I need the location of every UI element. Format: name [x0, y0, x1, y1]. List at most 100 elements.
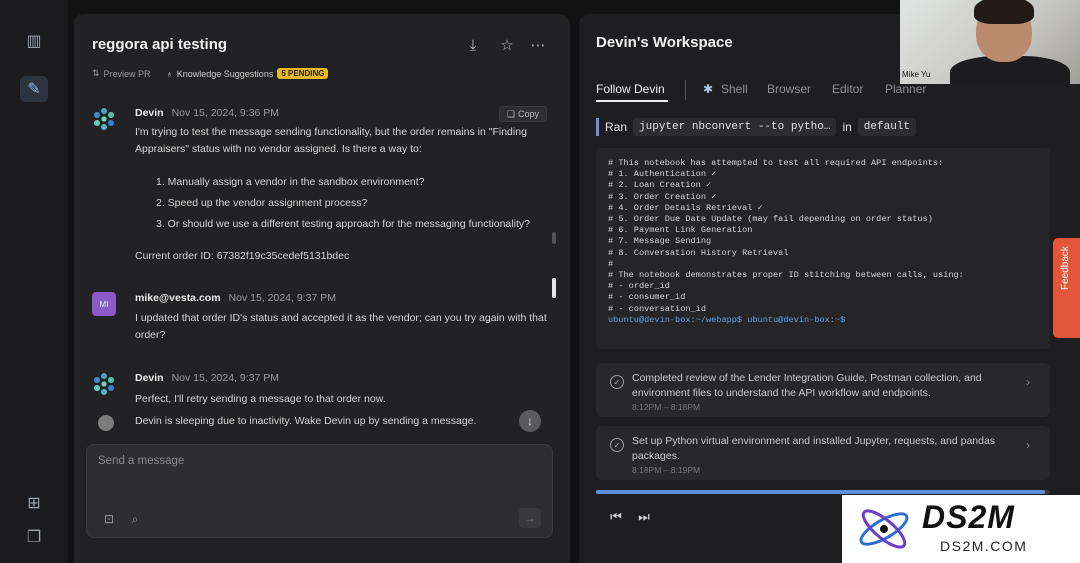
terminal-line: # 2. Loan Creation ✓	[608, 180, 712, 191]
devin-avatar-icon	[94, 373, 114, 395]
workspace-panel: Devin's Workspace Follow Devin ✱ Shell B…	[579, 14, 1080, 563]
active-tab-indicator	[596, 100, 668, 102]
tab-planner[interactable]: Planner	[885, 82, 926, 96]
terminal-line: # 5. Order Due Date Update (may fail dep…	[608, 214, 933, 225]
copy-button[interactable]: ❏ Copy	[499, 106, 547, 122]
list-item: 2. Speed up the vendor assignment proces…	[156, 197, 368, 209]
library-icon[interactable]: ⊞	[20, 490, 48, 516]
atom-logo-icon	[859, 509, 909, 549]
star-icon[interactable]: ☆	[496, 34, 518, 56]
check-circle-icon: ✓	[610, 375, 624, 389]
message-header: Devin Nov 15, 2024, 9:36 PM	[135, 107, 279, 119]
arrow-right-icon: →	[524, 511, 536, 525]
tab-divider	[685, 80, 686, 100]
feedback-button[interactable]: Feedback	[1053, 238, 1080, 338]
terminal-line: #	[608, 258, 614, 269]
book-icon[interactable]: ❐	[20, 524, 48, 550]
chevron-right-icon: ›	[1026, 375, 1030, 389]
terminal-line: # 6. Payment Link Generation	[608, 225, 753, 236]
step-time: 8:18PM – 8:19PM	[632, 465, 701, 475]
list-item[interactable]: ✓ Set up Python virtual environment and …	[596, 426, 1050, 480]
order-id-text: Current order ID: 67382f19c35cedef5131bd…	[135, 250, 350, 262]
workspace-title: Devin's Workspace	[596, 34, 733, 51]
feedback-label: Feedback	[1060, 246, 1071, 290]
knowledge-suggestions-link[interactable]: ♁ Knowledge Suggestions 5 PENDING	[166, 68, 329, 79]
send-button[interactable]: →	[519, 508, 541, 528]
tab-editor[interactable]: Editor	[832, 82, 863, 96]
terminal-line: # 4. Order Details Retrieval ✓	[608, 202, 763, 213]
devin-avatar-icon	[94, 108, 114, 130]
tab-follow-devin[interactable]: Follow Devin	[596, 82, 665, 96]
presenter-name: Mike Yu	[902, 70, 931, 79]
sleeping-notice: Devin is sleeping due to inactivity. Wak…	[135, 415, 477, 427]
webcam-overlay: Mike Yu	[900, 0, 1080, 84]
terminal-line: # 1. Authentication ✓	[608, 169, 717, 180]
skip-forward-icon[interactable]: ⏭	[636, 509, 652, 525]
scrollbar-thumb[interactable]	[552, 278, 556, 298]
attach-file-icon[interactable]: ⊡	[101, 511, 117, 527]
session-title: reggora api testing	[92, 36, 228, 53]
preview-pr-link[interactable]: ⇅ Preview PR	[92, 68, 151, 79]
timeline-progress	[596, 490, 1046, 494]
knowledge-label: Knowledge Suggestions	[176, 68, 274, 79]
message-text: I updated that order ID's status and acc…	[135, 312, 547, 341]
message-header: mike@vesta.com Nov 15, 2024, 9:37 PM	[135, 292, 336, 304]
check-circle-icon: ✓	[610, 438, 624, 452]
sender-name: Devin	[135, 107, 164, 119]
sender-name: Devin	[135, 372, 164, 384]
chat-panel: reggora api testing ⤓ ☆ ⋯ ⇅ Preview PR ♁…	[74, 14, 570, 563]
terminal-line: # - order_id	[608, 281, 670, 292]
scroll-down-button[interactable]: ↓	[519, 410, 541, 432]
skip-back-icon[interactable]: ⏮	[608, 509, 624, 525]
user-avatar: MI	[92, 292, 116, 316]
terminal-line: # This notebook has attempted to test al…	[608, 158, 944, 168]
lightbulb-icon: ♁	[166, 68, 173, 79]
message-text: I'm trying to test the message sending f…	[135, 126, 527, 155]
left-rail: ▥ ✎ ⊞ ❐	[0, 0, 68, 563]
timeline-slider[interactable]	[596, 490, 1050, 494]
search-icon[interactable]: ⌕	[127, 511, 143, 527]
watermark: DS2M DS2M.COM	[842, 495, 1080, 563]
sleep-indicator	[98, 415, 114, 431]
arrow-down-icon: ↓	[527, 414, 533, 428]
terminal-line: # 8. Conversation History Retrieval	[608, 247, 789, 258]
chevron-right-icon: ›	[1026, 438, 1030, 452]
in-label: in	[842, 120, 852, 134]
message-input[interactable]	[98, 455, 538, 467]
message-timestamp: Nov 15, 2024, 9:36 PM	[171, 107, 279, 119]
scrollbar-track[interactable]	[552, 232, 556, 244]
shell-icon: ✱	[703, 82, 714, 96]
terminal-line: # The notebook demonstrates proper ID st…	[608, 270, 964, 281]
edit-icon[interactable]: ✎	[20, 76, 48, 102]
pull-request-icon: ⇅	[92, 68, 100, 78]
list-item[interactable]: ✓ Completed review of the Lender Integra…	[596, 363, 1050, 417]
tab-shell[interactable]: Shell	[721, 82, 748, 96]
terminal-prompt: ubuntu@devin-box:~/webapp$ ubuntu@devin-…	[608, 314, 846, 325]
step-time: 8:12PM – 8:18PM	[632, 402, 701, 412]
command-chip: jupyter nbconvert --to pytho…	[633, 118, 837, 136]
message-header: Devin Nov 15, 2024, 9:37 PM	[135, 372, 279, 384]
list-item: 1. Manually assign a vendor in the sandb…	[156, 176, 425, 188]
building-icon[interactable]: ▥	[20, 28, 48, 54]
env-chip: default	[857, 118, 917, 136]
more-icon[interactable]: ⋯	[527, 34, 549, 56]
accent-bar	[596, 118, 599, 136]
pending-badge: 5 PENDING	[277, 68, 329, 79]
terminal-line: # - consumer_id	[608, 292, 686, 303]
copy-icon: ❏	[506, 108, 516, 119]
message-text: Perfect, I'll retry sending a message to…	[135, 393, 386, 405]
step-text: Set up Python virtual environment and in…	[632, 435, 996, 462]
message-timestamp: Nov 15, 2024, 9:37 PM	[171, 372, 279, 384]
list-item: 3. Or should we use a different testing …	[156, 218, 530, 230]
step-text: Completed review of the Lender Integrati…	[632, 372, 982, 399]
ran-command-header: Ran jupyter nbconvert --to pytho… in def…	[596, 116, 922, 138]
terminal-line: # - conversation_id	[608, 303, 706, 314]
download-icon[interactable]: ⤓	[462, 34, 484, 56]
watermark-url: DS2M.COM	[940, 538, 1028, 554]
terminal-line: # 3. Order Creation ✓	[608, 191, 717, 202]
tab-browser[interactable]: Browser	[767, 82, 811, 96]
copy-label: Copy	[518, 109, 540, 119]
presenter-hair	[974, 0, 1034, 24]
preview-pr-label: Preview PR	[103, 68, 151, 79]
sender-name: mike@vesta.com	[135, 292, 221, 304]
